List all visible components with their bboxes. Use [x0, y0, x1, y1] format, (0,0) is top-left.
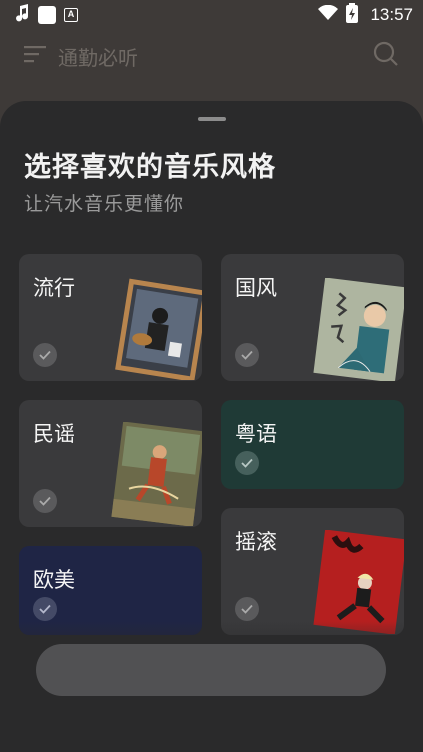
genre-label: 国风	[235, 276, 277, 300]
menu-icon[interactable]	[24, 45, 46, 67]
genre-label: 欧美	[33, 568, 75, 592]
check-icon	[33, 597, 57, 621]
genre-card-rock[interactable]: 摇滚	[221, 508, 404, 635]
sheet-title: 选择喜欢的音乐风格	[24, 152, 276, 183]
genre-card-pop[interactable]: 流行	[19, 254, 202, 381]
genre-card-guofeng[interactable]: 国风	[221, 254, 404, 381]
album-cover-image	[111, 421, 202, 527]
genre-card-cantonese[interactable]: 粤语	[221, 400, 404, 489]
genre-label: 流行	[33, 276, 75, 300]
genre-label: 摇滚	[235, 530, 277, 554]
confirm-button[interactable]	[36, 644, 386, 696]
genre-label: 粤语	[235, 422, 277, 446]
check-icon	[33, 343, 57, 367]
check-icon	[235, 343, 259, 367]
status-bar-right: 13:57	[318, 2, 413, 28]
sheet-drag-handle[interactable]	[198, 117, 226, 121]
status-bar: A 13:57	[0, 0, 423, 30]
background-header: 通勤必听	[0, 34, 423, 78]
album-cover-image	[313, 277, 404, 381]
app-a-notification-icon: A	[64, 8, 78, 22]
genre-card-folk[interactable]: 民谣	[19, 400, 202, 527]
wifi-icon	[318, 4, 339, 26]
sheet-subtitle: 让汽水音乐更懂你	[24, 193, 185, 215]
app-notification-icon	[38, 6, 56, 24]
check-icon	[235, 451, 259, 475]
genre-selection-sheet: 选择喜欢的音乐风格 让汽水音乐更懂你 流行 国风 民谣 粤语 欧美 摇滚	[0, 101, 423, 752]
battery-charging-icon	[346, 2, 359, 28]
genre-card-western[interactable]: 欧美	[19, 546, 202, 635]
check-icon	[33, 489, 57, 513]
status-time: 13:57	[370, 5, 413, 24]
genre-label: 民谣	[33, 422, 75, 446]
music-notification-icon	[14, 3, 30, 27]
album-cover-image	[313, 529, 404, 635]
check-icon	[235, 597, 259, 621]
background-page-title: 通勤必听	[58, 45, 138, 70]
search-icon[interactable]	[373, 41, 399, 71]
status-bar-left: A	[14, 3, 78, 27]
album-cover-image	[114, 278, 202, 381]
